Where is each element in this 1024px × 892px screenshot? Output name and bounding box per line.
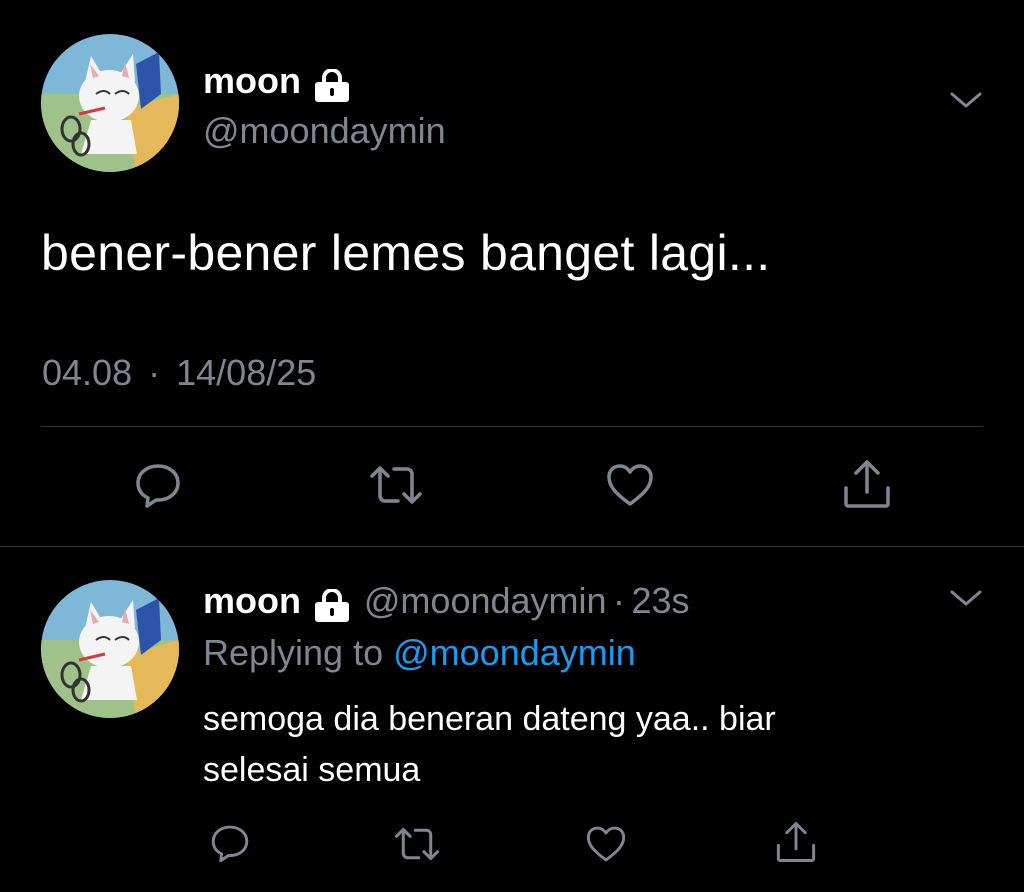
author-row: moon <box>203 60 351 103</box>
tweet-timestamp: 04.08 · 14/08/25 <box>42 352 316 394</box>
share-icon[interactable] <box>842 458 892 510</box>
display-name[interactable]: moon <box>203 580 301 621</box>
share-icon[interactable] <box>775 820 817 864</box>
divider <box>0 546 1024 547</box>
reply-text-line: semoga dia beneran dateng yaa.. biar <box>203 700 776 738</box>
separator: · <box>613 580 625 621</box>
chevron-down-icon[interactable] <box>948 586 984 615</box>
tweet-date: 14/08/25 <box>176 352 317 393</box>
retweet-icon[interactable] <box>393 824 441 864</box>
avatar[interactable] <box>41 580 179 718</box>
replying-to-label: Replying to <box>203 632 384 673</box>
lock-icon <box>313 68 351 108</box>
reply-text: semoga dia beneran dateng yaa.. biar sel… <box>203 694 776 796</box>
like-icon[interactable] <box>585 824 627 864</box>
handle[interactable]: @moondaymin <box>364 580 607 621</box>
handle[interactable]: @moondaymin <box>203 110 446 152</box>
separator: · <box>148 352 161 393</box>
replying-to-mention[interactable]: @moondaymin <box>393 632 636 673</box>
chevron-down-icon[interactable] <box>948 88 984 117</box>
tweet-text: bener-bener lemes banget lagi... <box>41 225 771 281</box>
avatar-image <box>41 580 179 718</box>
divider <box>41 426 983 427</box>
display-name[interactable]: moon <box>203 60 301 101</box>
retweet-icon[interactable] <box>368 462 424 508</box>
like-icon[interactable] <box>605 462 655 508</box>
avatar[interactable] <box>41 34 179 172</box>
reply-author-row: moon @moondaymin · 23s <box>203 580 690 628</box>
reply-icon[interactable] <box>133 460 183 510</box>
tweet-age: 23s <box>631 580 690 621</box>
avatar-image <box>41 34 179 172</box>
replying-to: Replying to @moondaymin <box>203 632 636 674</box>
reply-text-line: selesai semua <box>203 751 421 789</box>
lock-icon <box>313 588 351 628</box>
tweet-time: 04.08 <box>42 352 133 393</box>
reply-icon[interactable] <box>209 822 251 864</box>
